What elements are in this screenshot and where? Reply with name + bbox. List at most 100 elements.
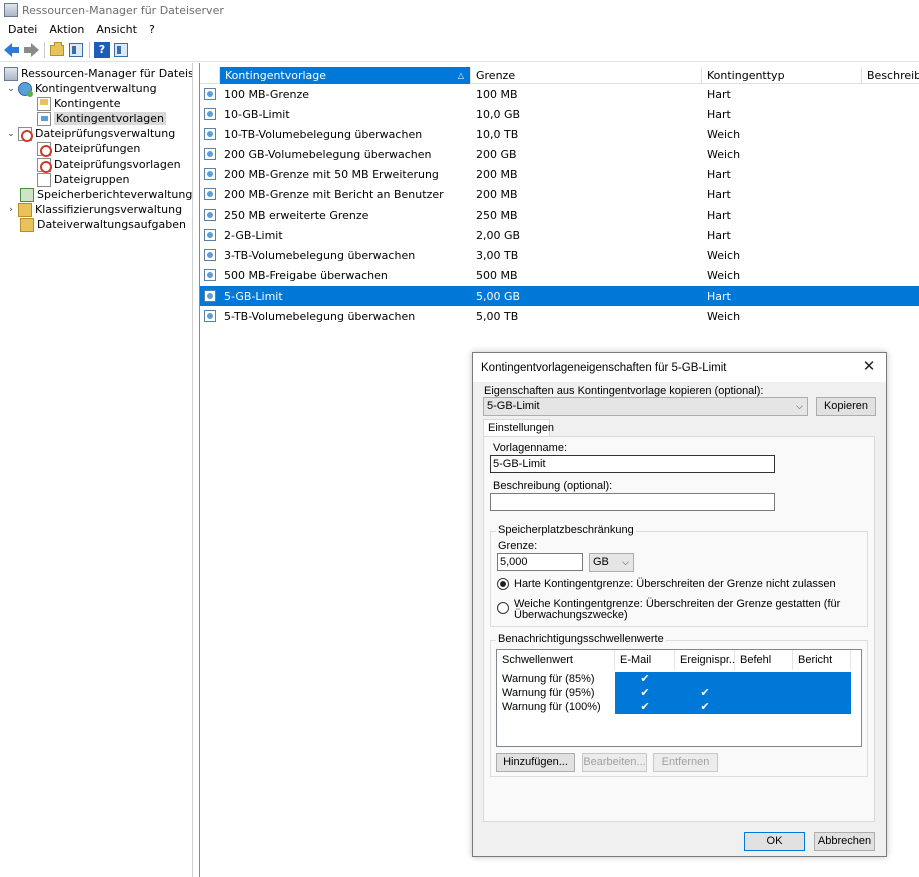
cancel-button[interactable]: Abbrechen xyxy=(814,832,875,851)
toolbar: ? xyxy=(0,39,919,62)
quota-template-icon xyxy=(204,88,216,100)
quota-template-icon xyxy=(204,209,216,221)
column-header-threshold[interactable]: Schwellenwert xyxy=(497,650,615,670)
table-row[interactable]: 10-TB-Volumebelegung überwachen 10,0 TB … xyxy=(200,124,919,144)
row-name: 10-TB-Volumebelegung überwachen xyxy=(224,127,423,141)
tree-item-quotas[interactable]: Kontingente xyxy=(37,96,121,111)
row-name: 500 MB-Freigabe überwachen xyxy=(224,268,388,282)
tree-item-quota-templates[interactable]: Kontingentvorlagen xyxy=(37,111,167,126)
add-threshold-button[interactable]: Hinzufügen... xyxy=(496,753,575,772)
row-limit: 100 MB xyxy=(476,87,518,101)
tree-item-label: Dateigruppen xyxy=(54,173,130,186)
expand-chevron-icon[interactable]: ⌄ xyxy=(6,84,16,94)
threshold-row[interactable]: Warnung für (85%) ✔ xyxy=(497,672,861,686)
show-tree-icon[interactable] xyxy=(68,42,84,58)
table-row[interactable]: 100 MB-Grenze 100 MB Hart xyxy=(200,84,919,104)
column-header-command[interactable]: Befehl xyxy=(735,650,793,670)
menu-ansicht[interactable]: Ansicht xyxy=(90,23,143,36)
menu-help[interactable]: ? xyxy=(143,23,161,36)
template-name-input[interactable]: 5-GB-Limit xyxy=(490,455,775,473)
threshold-row[interactable]: Warnung für (100%) ✔ ✔ xyxy=(497,700,861,714)
description-input[interactable] xyxy=(490,493,775,511)
report-cell xyxy=(793,686,851,700)
unit-select[interactable]: GB ⌵ xyxy=(589,553,634,572)
table-row[interactable]: 3-TB-Volumebelegung überwachen 3,00 TB W… xyxy=(200,245,919,265)
row-name: 2-GB-Limit xyxy=(224,228,283,242)
hard-quota-label: Harte Kontingentgrenze: Überschreiten de… xyxy=(514,578,836,590)
column-header-report[interactable]: Bericht xyxy=(793,650,851,670)
row-type: Hart xyxy=(707,208,731,222)
tree-item-label: Speicherberichteverwaltung xyxy=(37,188,193,201)
copy-button[interactable]: Kopieren xyxy=(816,397,876,416)
tree-item-file-tasks[interactable]: Dateiverwaltungsaufgaben xyxy=(20,217,186,232)
table-row[interactable]: 200 MB-Grenze mit Bericht an Benutzer 20… xyxy=(200,184,919,204)
column-header-email[interactable]: E-Mail xyxy=(615,650,675,670)
tree-item-root[interactable]: Ressourcen-Manager für Dateiserver (l xyxy=(4,66,192,81)
column-header-icon[interactable] xyxy=(200,67,220,84)
command-cell xyxy=(735,686,793,700)
close-icon[interactable]: ✕ xyxy=(860,358,878,376)
tab-settings[interactable]: Einstellungen xyxy=(483,419,554,437)
menu-aktion[interactable]: Aktion xyxy=(43,23,90,36)
quota-template-icon xyxy=(204,269,216,281)
table-row[interactable]: 2-GB-Limit 2,00 GB Hart xyxy=(200,225,919,245)
menu-datei[interactable]: Datei xyxy=(2,23,43,36)
table-row[interactable]: 500 MB-Freigabe überwachen 500 MB Weich xyxy=(200,265,919,285)
report-cell xyxy=(793,672,851,686)
report-cell xyxy=(793,700,851,714)
table-row[interactable]: 250 MB erweiterte Grenze 250 MB Hart xyxy=(200,205,919,225)
quota-template-icon xyxy=(204,108,216,120)
hard-quota-radio[interactable] xyxy=(497,578,509,590)
table-row[interactable]: 5-TB-Volumebelegung überwachen 5,00 TB W… xyxy=(200,306,919,326)
up-folder-icon[interactable] xyxy=(49,42,65,58)
row-type: Weich xyxy=(707,127,741,141)
quota-template-properties-dialog: Kontingentvorlageneigenschaften für 5-GB… xyxy=(472,352,887,857)
tree-item-storage-reports[interactable]: Speicherberichteverwaltung xyxy=(20,187,192,202)
tree-item-quota-management[interactable]: ⌄ Kontingentverwaltung xyxy=(6,81,157,97)
column-header-limit[interactable]: Grenze xyxy=(471,67,702,84)
tree-item-label: Dateiprüfungsvorlagen xyxy=(54,158,181,171)
column-header-description[interactable]: Beschreibun xyxy=(862,67,919,84)
thresholds-table: Schwellenwert E-Mail Ereignispr... Befeh… xyxy=(496,649,862,747)
tree-item-label: Dateiverwaltungsaufgaben xyxy=(37,218,186,231)
window-title: Ressourcen-Manager für Dateiserver xyxy=(22,3,224,17)
toolbar-separator xyxy=(44,42,45,58)
row-limit: 5,00 TB xyxy=(476,309,519,323)
ok-button[interactable]: OK xyxy=(744,832,805,851)
row-limit: 5,00 GB xyxy=(476,289,521,303)
tree-item-file-groups[interactable]: Dateigruppen xyxy=(37,172,130,187)
limit-input[interactable]: 5,000 xyxy=(497,553,583,571)
column-header-event[interactable]: Ereignispr... xyxy=(675,650,735,670)
limit-label: Grenze: xyxy=(498,540,538,552)
table-row[interactable]: 200 GB-Volumebelegung überwachen 200 GB … xyxy=(200,144,919,164)
soft-quota-radio[interactable] xyxy=(497,602,509,614)
row-name: 200 GB-Volumebelegung überwachen xyxy=(224,147,432,161)
back-icon[interactable] xyxy=(4,42,20,58)
tree-item-label: Ressourcen-Manager für Dateiserver (l xyxy=(21,67,192,80)
column-header-template[interactable]: Kontingentvorlage △ xyxy=(220,67,471,84)
table-row[interactable]: 200 MB-Grenze mit 50 MB Erweiterung 200 … xyxy=(200,164,919,184)
unit-value: GB xyxy=(593,556,609,568)
expand-chevron-icon[interactable]: › xyxy=(6,205,16,215)
expand-chevron-icon[interactable]: ⌄ xyxy=(6,129,16,139)
thresholds-table-header: Schwellenwert E-Mail Ereignispr... Befeh… xyxy=(497,650,861,670)
quota-template-icon xyxy=(204,310,216,322)
show-action-pane-icon[interactable] xyxy=(113,42,129,58)
help-icon[interactable]: ? xyxy=(94,42,110,58)
tree-item-screen-templates[interactable]: Dateiprüfungsvorlagen xyxy=(37,157,181,173)
dialog-title: Kontingentvorlageneigenschaften für 5-GB… xyxy=(481,361,727,374)
row-type: Hart xyxy=(707,107,731,121)
table-row[interactable]: 10-GB-Limit 10,0 GB Hart xyxy=(200,104,919,124)
edit-threshold-button[interactable]: Bearbeiten... xyxy=(582,753,647,772)
remove-threshold-button[interactable]: Entfernen xyxy=(653,753,718,772)
forward-icon[interactable] xyxy=(23,42,39,58)
row-limit: 200 MB xyxy=(476,167,518,181)
task-folder-icon xyxy=(20,217,34,232)
table-row-selected[interactable]: 5-GB-Limit 5,00 GB Hart xyxy=(200,286,919,306)
tree-item-screening-management[interactable]: ⌄ Dateiprüfungsverwaltung xyxy=(6,126,175,142)
tree-item-classification[interactable]: › Klassifizierungsverwaltung xyxy=(6,202,182,217)
threshold-row[interactable]: Warnung für (95%) ✔ ✔ xyxy=(497,686,861,700)
copy-template-select[interactable]: 5-GB-Limit ⌵ xyxy=(483,397,808,416)
tree-item-file-screens[interactable]: Dateiprüfungen xyxy=(37,141,140,157)
column-header-type[interactable]: Kontingenttyp xyxy=(702,67,862,84)
